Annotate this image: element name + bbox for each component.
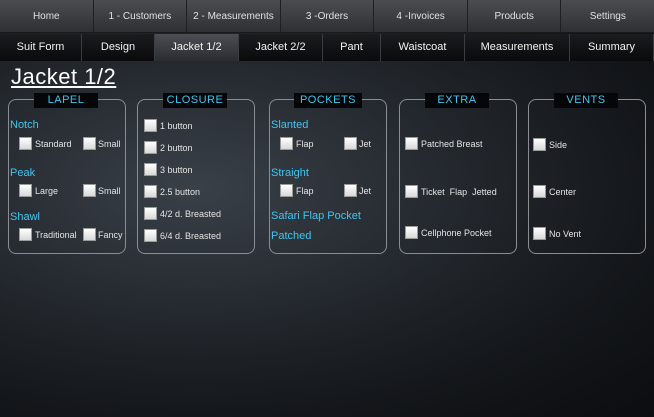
- pockets-panel: POCKETS Slanted Flap Jet Straight Flap J…: [269, 93, 387, 254]
- shawl-fancy-checkbox[interactable]: [83, 228, 96, 241]
- straight-jet-checkbox[interactable]: [344, 184, 357, 197]
- tab-jacket-2[interactable]: Jacket 2/2: [239, 34, 323, 61]
- slanted-flap-checkbox[interactable]: [280, 137, 293, 150]
- top-navigation: Home 1 - Customers 2 - Measurements 3 -O…: [0, 0, 654, 33]
- straight-flap-checkbox[interactable]: [280, 184, 293, 197]
- peak-small-label: Small: [98, 186, 121, 196]
- nav-invoices[interactable]: 4 -Invoices: [374, 0, 468, 33]
- tab-waistcoat[interactable]: Waistcoat: [381, 34, 465, 61]
- ticket-flap-jetted-checkbox[interactable]: [405, 185, 418, 198]
- lapel-title: LAPEL: [34, 93, 98, 108]
- straight-jet-label: Jet: [359, 186, 372, 196]
- closure-3-button-checkbox[interactable]: [144, 163, 157, 176]
- nav-products[interactable]: Products: [468, 0, 562, 33]
- tab-jacket-1[interactable]: Jacket 1/2: [155, 34, 239, 61]
- closure-2-5-button-label: 2.5 button: [160, 187, 201, 197]
- nav-settings[interactable]: Settings: [561, 0, 654, 33]
- cellphone-pocket-label: Cellphone Pocket: [421, 228, 492, 238]
- slanted-jet-label: Jet: [359, 139, 372, 149]
- closure-6-4-breasted-label: 6/4 d. Breasted: [160, 231, 222, 241]
- shawl-fancy-label: Fancy: [98, 230, 123, 240]
- closure-1-button-label: 1 button: [160, 121, 193, 131]
- slanted-jet-checkbox[interactable]: [344, 137, 357, 150]
- vents-title: VENTS: [554, 93, 618, 108]
- peak-large-label: Large: [35, 186, 59, 196]
- lapel-peak-label: Peak: [10, 167, 36, 179]
- page-title: Jacket 1/2: [11, 64, 117, 89]
- vent-side-label: Side: [549, 140, 568, 150]
- shawl-traditional-label: Traditional: [35, 230, 77, 240]
- vent-no-vent-label: No Vent: [549, 229, 582, 239]
- form-tabs: Suit Form Design Jacket 1/2 Jacket 2/2 P…: [0, 34, 654, 61]
- closure-2-button-checkbox[interactable]: [144, 141, 157, 154]
- vent-no-vent-checkbox[interactable]: [533, 227, 546, 240]
- patched-breast-label: Patched Breast: [421, 139, 483, 149]
- vents-panel: VENTS Side Center No Vent: [528, 93, 646, 254]
- notch-small-checkbox[interactable]: [83, 137, 96, 150]
- straight-flap-label: Flap: [296, 186, 314, 196]
- cellphone-pocket-checkbox[interactable]: [405, 226, 418, 239]
- peak-large-checkbox[interactable]: [19, 184, 32, 197]
- closure-panel: CLOSURE 1 button 2 button 3 button 2.5 b…: [137, 93, 255, 254]
- safari-flap-pocket-option[interactable]: Safari Flap Pocket: [271, 210, 361, 222]
- vent-center-checkbox[interactable]: [533, 185, 546, 198]
- notch-small-label: Small: [98, 139, 121, 149]
- nav-customers[interactable]: 1 - Customers: [94, 0, 188, 33]
- closure-2-5-button-checkbox[interactable]: [144, 185, 157, 198]
- vent-side-checkbox[interactable]: [533, 138, 546, 151]
- pockets-slanted-label: Slanted: [271, 119, 309, 131]
- lapel-panel: LAPEL Notch Standard Small Peak Large Sm…: [8, 93, 126, 254]
- closure-4-2-breasted-label: 4/2 d. Breasted: [160, 209, 222, 219]
- closure-3-button-label: 3 button: [160, 165, 193, 175]
- closure-title: CLOSURE: [163, 93, 227, 108]
- notch-standard-checkbox[interactable]: [19, 137, 32, 150]
- extra-panel: EXTRA Patched Breast Ticket Flap Jetted …: [399, 93, 517, 254]
- tab-design[interactable]: Design: [82, 34, 155, 61]
- slanted-flap-label: Flap: [296, 139, 314, 149]
- pockets-straight-label: Straight: [271, 167, 309, 179]
- ticket-flap-jetted-label: Ticket Flap Jetted: [421, 187, 497, 197]
- closure-6-4-breasted-checkbox[interactable]: [144, 229, 157, 242]
- nav-orders[interactable]: 3 -Orders: [281, 0, 375, 33]
- closure-1-button-checkbox[interactable]: [144, 119, 157, 132]
- patched-pocket-option[interactable]: Patched: [271, 230, 311, 242]
- tab-suit-form[interactable]: Suit Form: [0, 34, 82, 61]
- closure-2-button-label: 2 button: [160, 143, 193, 153]
- nav-measurements[interactable]: 2 - Measurements: [187, 0, 281, 33]
- lapel-notch-label: Notch: [10, 119, 39, 131]
- lapel-shawl-label: Shawl: [10, 211, 40, 223]
- peak-small-checkbox[interactable]: [83, 184, 96, 197]
- tab-summary[interactable]: Summary: [570, 34, 654, 61]
- patched-breast-checkbox[interactable]: [405, 137, 418, 150]
- tab-pant[interactable]: Pant: [323, 34, 381, 61]
- closure-4-2-breasted-checkbox[interactable]: [144, 207, 157, 220]
- pockets-title: POCKETS: [294, 93, 362, 108]
- notch-standard-label: Standard: [35, 139, 72, 149]
- shawl-traditional-checkbox[interactable]: [19, 228, 32, 241]
- nav-home[interactable]: Home: [0, 0, 94, 33]
- vent-center-label: Center: [549, 187, 577, 197]
- tab-measurements[interactable]: Measurements: [465, 34, 570, 61]
- extra-title: EXTRA: [425, 93, 489, 108]
